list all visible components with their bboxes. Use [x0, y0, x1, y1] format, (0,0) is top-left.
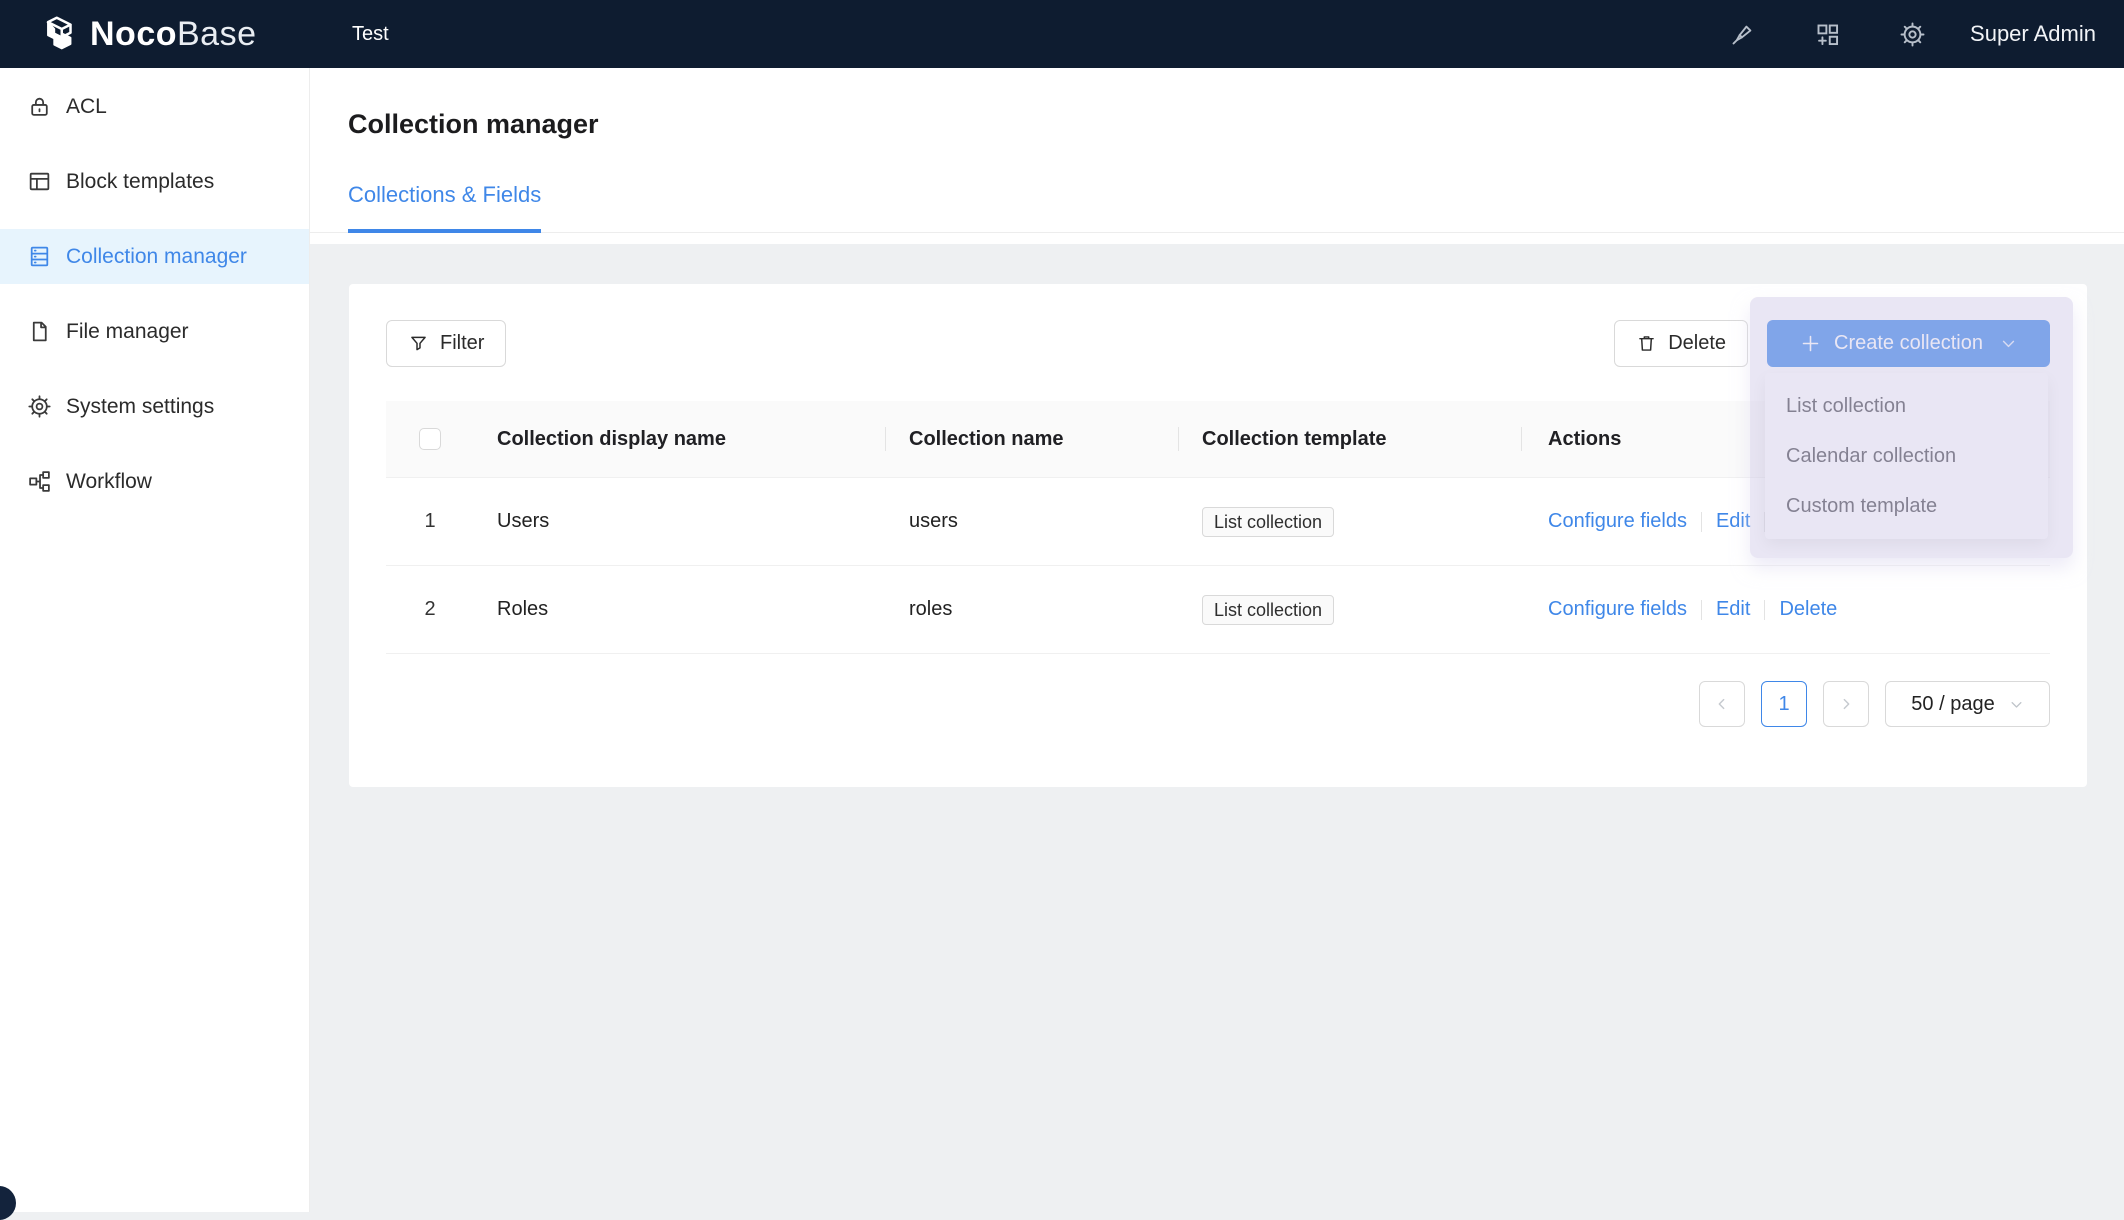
gear-icon	[27, 394, 52, 419]
nocobase-cube-icon	[38, 14, 78, 54]
lock-icon	[27, 94, 52, 119]
configure-fields-link[interactable]: Configure fields	[1548, 510, 1687, 533]
cell-display-name: Roles	[474, 598, 885, 621]
user-menu[interactable]: Super Admin	[1970, 21, 2096, 47]
sidebar: ACL Block templates Collection manager	[0, 68, 310, 1212]
template-tag: List collection	[1202, 595, 1334, 625]
pagination-prev-button[interactable]	[1699, 681, 1745, 727]
column-header-display-name: Collection display name	[474, 428, 885, 451]
file-icon	[27, 319, 52, 344]
highlighter-icon[interactable]	[1729, 21, 1756, 48]
menu-item-custom-template[interactable]: Custom template	[1765, 481, 2048, 531]
column-header-collection-name: Collection name	[885, 428, 1178, 451]
row-index: 2	[424, 598, 435, 621]
sidebar-item-system-settings[interactable]: System settings	[0, 379, 309, 434]
brand-text: NocoBase	[90, 15, 257, 54]
navbar-right: Super Admin	[1729, 21, 2124, 48]
sidebar-item-label: Collection manager	[66, 245, 247, 269]
sidebar-item-block-templates[interactable]: Block templates	[0, 154, 309, 209]
sidebar-item-collection-manager[interactable]: Collection manager	[0, 229, 309, 284]
plus-icon	[1800, 333, 1821, 354]
action-divider	[1701, 600, 1702, 620]
action-divider	[1764, 600, 1765, 620]
sidebar-item-label: System settings	[66, 395, 214, 419]
action-divider	[1701, 512, 1702, 532]
workflow-icon	[27, 469, 52, 494]
tab-collections-and-fields[interactable]: Collections & Fields	[348, 182, 541, 232]
cell-collection-name: users	[885, 510, 1178, 533]
add-blocks-icon[interactable]	[1814, 21, 1841, 48]
sidebar-item-label: ACL	[66, 95, 107, 119]
column-header-collection-template: Collection template	[1178, 428, 1521, 451]
card-toolbar: Filter Delete	[386, 320, 2050, 367]
pagination-page-1[interactable]: 1	[1761, 681, 1807, 727]
template-tag: List collection	[1202, 507, 1334, 537]
cell-display-name: Users	[474, 510, 885, 533]
sidebar-item-label: Block templates	[66, 170, 214, 194]
toolbar-right: Delete Create collection	[1614, 320, 2050, 367]
menu-item-calendar-collection[interactable]: Calendar collection	[1765, 431, 2048, 481]
cell-collection-name: roles	[885, 598, 1178, 621]
configure-fields-link[interactable]: Configure fields	[1548, 598, 1687, 621]
page-size-select[interactable]: 50 / page	[1885, 681, 2050, 727]
table-row: 2 Roles roles List collection Configure …	[386, 566, 2050, 654]
filter-button[interactable]: Filter	[386, 320, 506, 367]
sidebar-item-file-manager[interactable]: File manager	[0, 304, 309, 359]
sidebar-item-label: Workflow	[66, 470, 152, 494]
nav-item-test[interactable]: Test	[342, 17, 399, 52]
trash-icon	[1636, 333, 1657, 354]
tabs-bar: Collections & Fields	[310, 182, 2124, 233]
row-index: 1	[424, 510, 435, 533]
sidebar-item-acl[interactable]: ACL	[0, 79, 309, 134]
create-collection-dropdown: List collection Calendar collection Cust…	[1765, 373, 2048, 539]
settings-icon[interactable]	[1899, 21, 1926, 48]
chevron-down-icon	[2009, 697, 2024, 712]
pagination: 1 50 / page	[386, 681, 2050, 727]
nocobase-logo[interactable]: NocoBase	[0, 14, 310, 54]
edit-link[interactable]: Edit	[1716, 510, 1750, 533]
chevron-down-icon	[2000, 335, 2017, 352]
main-area: Collection manager Collections & Fields	[310, 68, 2124, 1212]
layout-icon	[27, 169, 52, 194]
top-navbar: NocoBase Test Super Admin	[0, 0, 2124, 68]
pagination-next-button[interactable]	[1823, 681, 1869, 727]
collections-icon	[27, 244, 52, 269]
delete-button[interactable]: Delete	[1614, 320, 1748, 367]
sidebar-item-label: File manager	[66, 320, 189, 344]
sidebar-item-workflow[interactable]: Workflow	[0, 454, 309, 509]
filter-funnel-icon	[408, 333, 429, 354]
menu-item-list-collection[interactable]: List collection	[1765, 381, 2048, 431]
page-title: Collection manager	[348, 108, 2124, 140]
active-tab-ink-bar	[348, 229, 541, 233]
edit-link[interactable]: Edit	[1716, 598, 1750, 621]
select-all-checkbox[interactable]	[419, 428, 441, 450]
create-collection-button[interactable]: Create collection	[1767, 320, 2050, 367]
app-window: NocoBase Test Super Admin	[0, 0, 2124, 1212]
delete-link[interactable]: Delete	[1779, 598, 1837, 621]
